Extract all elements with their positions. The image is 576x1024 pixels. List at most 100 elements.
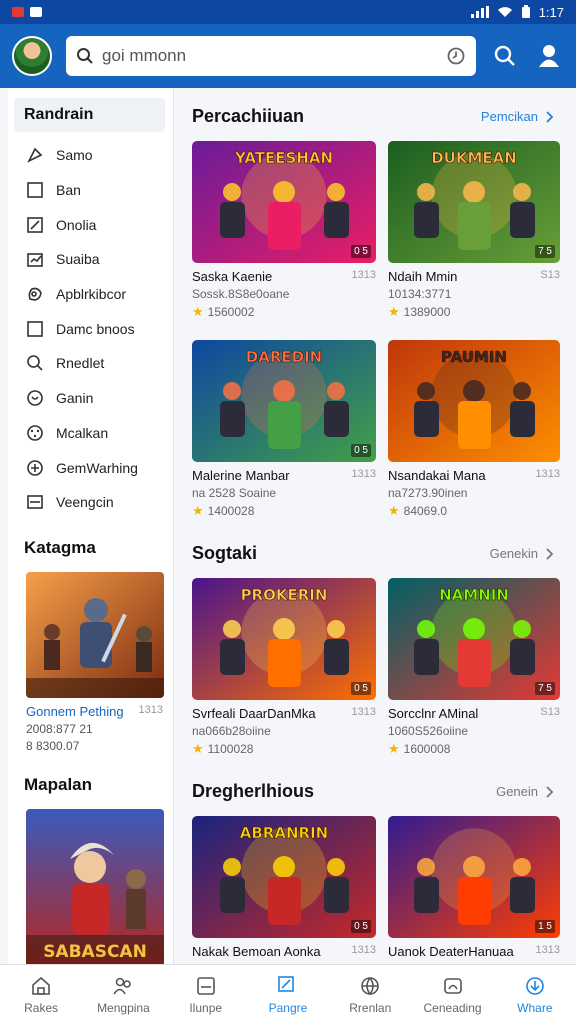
game-banner-text: PAUMIN — [441, 348, 507, 366]
game-thumbnail[interactable]: YATEESHAN 0 5 — [192, 141, 376, 263]
sidebar-item-label: Samo — [56, 147, 93, 164]
bottom-tab[interactable]: Rrenlan — [329, 965, 411, 1024]
app-bar: goi mmonn — [0, 24, 576, 88]
game-card[interactable]: YATEESHAN 0 5 Saska Kaenie 1313 Sossk.8S8… — [192, 141, 376, 320]
game-banner-text: DUKMEAN — [431, 149, 517, 167]
game-section: Dregherlhious Genein ABRANRIN 0 5 Nakak … — [176, 757, 576, 964]
rating-value: 1389000 — [403, 305, 451, 319]
star-icon: ★ — [192, 503, 204, 518]
sidebar-item[interactable]: Mcalkan — [8, 416, 173, 451]
game-meta: 10134:3771 — [388, 287, 452, 301]
game-title[interactable]: Saska Kaenie — [192, 269, 272, 284]
controller-icon — [27, 459, 43, 476]
sidebar-item[interactable]: Onolia — [8, 207, 173, 242]
game-rating: ★ 1400028 — [192, 503, 376, 519]
bottom-tab[interactable]: Ilunpe — [165, 965, 247, 1024]
game-title[interactable]: Nsandakai Mana — [388, 468, 486, 483]
game-badge: 1313 — [535, 468, 560, 480]
sidebar-item[interactable]: Samo — [8, 138, 173, 173]
sidebar-item[interactable]: Veengcin — [8, 485, 173, 520]
profile-button[interactable] — [534, 41, 564, 71]
game-card[interactable]: NAMNIN 7 5 Sorcclnr AMinal S13 1060S526oi… — [388, 578, 560, 757]
search-icon — [77, 48, 93, 64]
game-thumbnail[interactable]: DUKMEAN 7 5 — [388, 141, 560, 263]
download-icon — [526, 976, 544, 995]
sidebar-game-card[interactable]: Gonnem Pething 1313 2008:877 21 8 8300.07 — [26, 571, 164, 753]
game-card[interactable]: 1 5 Uanok DeaterHanuaa 1313 — [388, 816, 560, 964]
sidebar-item[interactable]: Damc bnoos — [8, 311, 173, 346]
chart-icon — [27, 253, 43, 268]
see-more-link[interactable]: Genein — [496, 784, 554, 799]
game-thumbnail[interactable]: PAUMIN — [388, 340, 560, 462]
notification-icons — [12, 7, 42, 17]
game-title[interactable]: Ndaih Mmin — [388, 269, 457, 284]
see-more-link[interactable]: Pemcikan — [481, 109, 554, 124]
gauge-icon — [443, 977, 462, 994]
sidebar-section-title: Katagma — [24, 537, 96, 557]
bottom-navigation: Rakes Mengpina Ilunpe Pangre Rrenlan Ceneadin… — [0, 964, 576, 1024]
game-thumbnail[interactable] — [26, 571, 164, 698]
game-card[interactable]: PROKERIN 0 5 Svrfeali DaarDanMka 1313 na0… — [192, 578, 376, 757]
game-rating: ★ 84069.0 — [388, 503, 560, 519]
chevron-right-icon — [546, 110, 554, 123]
edit-icon — [278, 975, 294, 992]
chevron-right-icon — [546, 547, 554, 560]
game-thumbnail[interactable]: 1 5 — [388, 816, 560, 938]
bottom-tab[interactable]: Whare — [494, 965, 576, 1024]
game-title[interactable]: Nakak Bemoan Aonka — [192, 944, 321, 959]
game-badge: 1313 — [351, 706, 376, 718]
status-bar: 1:17 — [0, 0, 576, 24]
section-title: Dregherlhious — [192, 781, 315, 801]
game-title[interactable]: Sorcclnr AMinal — [388, 706, 478, 721]
game-title[interactable]: Svrfeali DaarDanMka — [192, 706, 316, 721]
bottom-tab[interactable]: Ceneading — [411, 965, 493, 1024]
game-card[interactable]: PAUMIN Nsandakai Mana 1313 na7273.90inen … — [388, 340, 560, 519]
game-thumbnail[interactable]: NAMNIN 7 5 — [388, 578, 560, 700]
game-thumbnail[interactable]: SABASCAN — [26, 808, 164, 964]
game-meta: 1060S526oiine — [388, 724, 469, 738]
sidebar-list: Samo Ban Onolia Suaiba Apblrkibcor Damc bnoos… — [8, 138, 173, 520]
game-banner-text: DAREDIN — [246, 348, 322, 366]
square-icon — [27, 182, 43, 198]
game-card[interactable]: DAREDIN 0 5 Malerine Manbar 1313 na 2528 … — [192, 340, 376, 519]
image-icon — [196, 976, 215, 995]
bottom-tab[interactable]: Rakes — [0, 965, 82, 1024]
bottom-tab-label: Rakes — [24, 1000, 59, 1015]
game-rating: ★ 1560002 — [192, 304, 376, 320]
bottom-tab[interactable]: Pangre — [247, 965, 329, 1024]
sidebar-game-card[interactable]: SABASCAN — [26, 808, 164, 964]
rating-value: 1400028 — [207, 504, 255, 518]
game-title[interactable]: Malerine Manbar — [192, 468, 290, 483]
game-card[interactable]: ABRANRIN 0 5 Nakak Bemoan Aonka1313 na b… — [192, 816, 376, 964]
game-meta: na7273.90inen — [388, 486, 468, 500]
game-thumbnail[interactable]: PROKERIN 0 5 — [192, 578, 376, 700]
see-more-link[interactable]: Genekin — [490, 546, 554, 561]
sidebar-item[interactable]: GemWarhing — [8, 450, 173, 485]
bottom-tab[interactable]: Mengpina — [82, 965, 164, 1024]
sidebar-item[interactable]: Ban — [8, 173, 173, 208]
sidebar-header[interactable]: Randrain — [14, 98, 165, 132]
game-section: Percachiiuan Pemcikan YATEESHAN 0 5 Sask… — [176, 88, 576, 519]
see-more-label: Genein — [496, 784, 538, 799]
game-title[interactable]: Uanok DeaterHanuaa — [388, 944, 514, 959]
game-meta: na 2528 Soaine — [192, 486, 277, 500]
sidebar-item[interactable]: Suaiba — [8, 242, 173, 277]
game-badge: 1313 — [351, 468, 376, 480]
sidebar-item-label: Rnedlet — [56, 355, 105, 372]
game-tag: 7 5 — [535, 682, 555, 695]
avatar[interactable] — [12, 36, 52, 76]
history-icon[interactable] — [446, 46, 466, 66]
gamepad-icon — [28, 287, 42, 301]
game-title[interactable]: Gonnem Pething — [26, 704, 124, 719]
game-thumbnail[interactable]: DAREDIN 0 5 — [192, 340, 376, 462]
sidebar-item[interactable]: Rnedlet — [8, 346, 173, 381]
sidebar-item[interactable]: Ganin — [8, 381, 173, 416]
sidebar-section-title: Mapalan — [24, 774, 93, 794]
game-badge: 1313 — [138, 703, 163, 716]
search-button[interactable] — [490, 41, 520, 71]
sidebar-item[interactable]: Apblrkibcor — [8, 277, 173, 312]
search-input[interactable]: goi mmonn — [102, 46, 438, 66]
game-thumbnail[interactable]: ABRANRIN 0 5 — [192, 816, 376, 938]
search-bar[interactable]: goi mmonn — [66, 36, 476, 76]
game-card[interactable]: DUKMEAN 7 5 Ndaih Mmin S13 10134:3771 ★ 13… — [388, 141, 560, 320]
